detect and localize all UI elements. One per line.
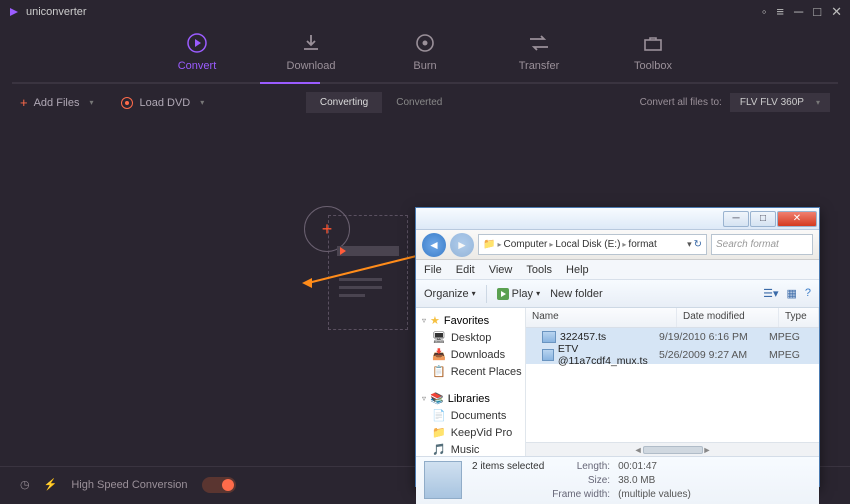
explorer-window: ─ □ ✕ ◄ ► 📁 ▸Computer ▸Local Disk (E:) ▸… — [415, 207, 820, 487]
chevron-down-icon: ▾ — [816, 98, 820, 107]
sidebar-music[interactable]: 🎵Music — [416, 441, 525, 456]
hsc-toggle[interactable] — [202, 477, 236, 493]
explorer-close[interactable]: ✕ — [777, 211, 817, 227]
refresh-icon[interactable]: ↻ — [694, 239, 702, 250]
output-format-select[interactable]: FLV FLV 360P▾ — [730, 93, 830, 112]
nav-download[interactable]: Download — [281, 30, 341, 72]
sidebar-downloads[interactable]: 📥Downloads — [416, 346, 525, 363]
play-button[interactable]: Play▾ — [497, 288, 540, 300]
forward-button[interactable]: ► — [450, 233, 474, 257]
explorer-titlebar[interactable]: ─ □ ✕ — [416, 208, 819, 230]
play-icon — [340, 247, 346, 255]
new-folder-button[interactable]: New folder — [550, 288, 603, 300]
sidebar-documents[interactable]: 📄Documents — [416, 407, 525, 424]
transfer-icon — [526, 30, 552, 56]
burn-icon — [412, 30, 438, 56]
folder-icon: 📁 — [483, 239, 495, 250]
explorer-menubar: File Edit View Tools Help — [416, 260, 819, 280]
chevron-down-icon[interactable]: ▾ — [687, 239, 692, 250]
add-files-button[interactable]: +Add Files▾ — [20, 95, 93, 110]
desktop-icon: 🖥 — [432, 331, 446, 344]
menu-file[interactable]: File — [424, 264, 442, 276]
bolt-icon: ⚡ — [44, 478, 58, 491]
close-button[interactable]: ✕ — [831, 4, 842, 20]
app-logo — [8, 6, 20, 18]
breadcrumb[interactable]: 📁 ▸Computer ▸Local Disk (E:) ▸format ▾ ↻ — [478, 234, 707, 255]
app-title: uniconverter — [26, 6, 87, 18]
video-file-icon — [542, 331, 556, 343]
sidebar-keepvid[interactable]: 📁KeepVid Pro — [416, 424, 525, 441]
dropzone-lines — [339, 278, 382, 302]
play-icon — [497, 288, 509, 300]
dropzone[interactable]: + — [328, 215, 408, 330]
view-options-icon[interactable]: ☰▾ — [763, 287, 778, 300]
nav-toolbox[interactable]: Toolbox — [623, 30, 683, 72]
nav-burn[interactable]: Burn — [395, 30, 455, 72]
libraries-icon: 📚 — [430, 392, 444, 405]
explorer-minimize[interactable]: ─ — [723, 211, 749, 227]
sidebar-libraries[interactable]: ▿📚Libraries — [416, 390, 525, 407]
clock-icon[interactable]: ◷ — [20, 478, 30, 491]
sidebar-recent[interactable]: 📋Recent Places — [416, 363, 525, 380]
titlebar: uniconverter ◦ ≡ ─ □ ✕ — [0, 0, 850, 24]
plus-icon: + — [322, 219, 333, 240]
video-file-icon — [542, 349, 554, 361]
status-tabs: Converting Converted — [306, 92, 457, 113]
menu-tools[interactable]: Tools — [526, 264, 552, 276]
menu-icon[interactable]: ≡ — [776, 4, 784, 20]
organize-button[interactable]: Organize▾ — [424, 288, 476, 300]
nav-transfer[interactable]: Transfer — [509, 30, 569, 72]
explorer-sidebar: ▿★Favorites 🖥Desktop 📥Downloads 📋Recent … — [416, 308, 526, 456]
user-icon[interactable]: ◦ — [762, 4, 767, 20]
explorer-navbar: ◄ ► 📁 ▸Computer ▸Local Disk (E:) ▸format… — [416, 230, 819, 260]
sidebar-desktop[interactable]: 🖥Desktop — [416, 329, 525, 346]
convert-icon — [184, 30, 210, 56]
chevron-down-icon: ▾ — [200, 98, 204, 107]
search-input[interactable]: Search format — [711, 234, 813, 255]
disc-icon — [121, 97, 133, 109]
download-icon — [298, 30, 324, 56]
documents-icon: 📄 — [432, 409, 446, 422]
arrow-head-icon — [302, 278, 312, 288]
sidebar-favorites[interactable]: ▿★Favorites — [416, 312, 525, 329]
star-icon: ★ — [430, 314, 440, 327]
plus-icon: + — [20, 95, 28, 110]
selection-count: 2 items selected — [472, 461, 544, 472]
minimize-button[interactable]: ─ — [794, 4, 803, 20]
menu-help[interactable]: Help — [566, 264, 589, 276]
help-icon[interactable]: ? — [805, 287, 811, 300]
toolbar: +Add Files▾ Load DVD▾ Converting Convert… — [0, 84, 850, 121]
maximize-button[interactable]: □ — [813, 4, 821, 20]
chevron-down-icon: ▾ — [89, 98, 93, 107]
back-button[interactable]: ◄ — [422, 233, 446, 257]
nav-convert[interactable]: Convert — [167, 30, 227, 72]
explorer-file-pane: Name Date modified Type 322457.ts 9/19/2… — [526, 308, 819, 456]
music-icon: 🎵 — [432, 443, 446, 456]
explorer-maximize[interactable]: □ — [750, 211, 776, 227]
explorer-statusbar: 2 items selected Length:00:01:47 Size:38… — [416, 456, 819, 504]
downloads-icon: 📥 — [432, 348, 446, 361]
tab-converting[interactable]: Converting — [306, 92, 382, 113]
file-thumbnail — [424, 461, 462, 499]
tab-converted[interactable]: Converted — [382, 92, 456, 113]
load-dvd-button[interactable]: Load DVD▾ — [121, 95, 204, 110]
file-row[interactable]: ETV @11a7cdf4_mux.ts 5/26/2009 9:27 AM M… — [526, 346, 819, 364]
hsc-label: High Speed Conversion — [71, 479, 187, 491]
recent-icon: 📋 — [432, 365, 446, 378]
menu-edit[interactable]: Edit — [456, 264, 475, 276]
menu-view[interactable]: View — [489, 264, 513, 276]
column-headers[interactable]: Name Date modified Type — [526, 308, 819, 328]
nav-underline — [12, 82, 838, 84]
convert-all-label: Convert all files to: — [640, 97, 722, 108]
toolbox-icon — [640, 30, 666, 56]
dropzone-media-bar — [337, 246, 399, 256]
horizontal-scrollbar[interactable]: ◄► — [526, 442, 819, 456]
preview-pane-icon[interactable]: ▦ — [786, 287, 796, 300]
main-nav: Convert Download Burn Transfer Toolbox — [0, 24, 850, 82]
folder-icon: 📁 — [432, 426, 446, 439]
explorer-toolbar: Organize▾ Play▾ New folder ☰▾ ▦ ? — [416, 280, 819, 308]
